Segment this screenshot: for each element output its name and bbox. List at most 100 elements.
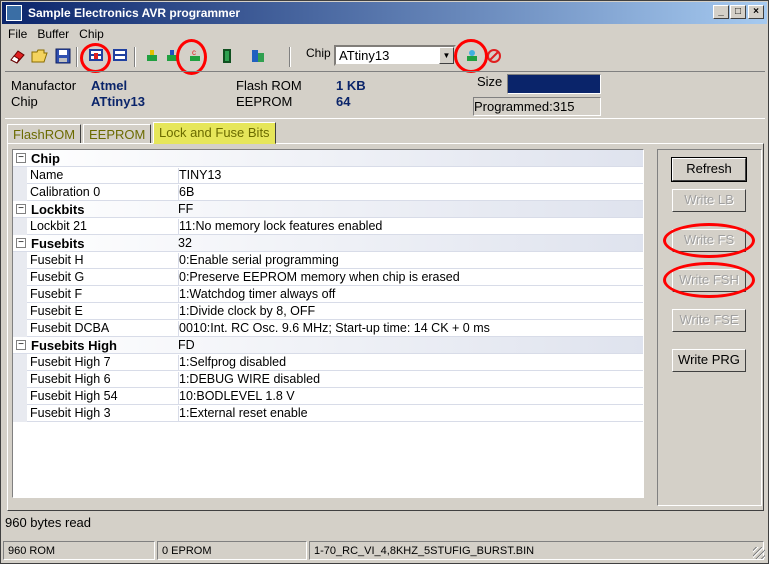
table-row[interactable]: Calibration 0 6B [13,184,643,201]
property-name: Fusebits High [31,338,117,353]
row-gutter [13,388,27,405]
table-row[interactable]: Fusebit DCBA 0010:Int. RC Osc. 9.6 MHz; S… [13,320,643,337]
button-panel: Refresh Write LB Write FS Write FSH Writ… [657,149,762,506]
chevron-down-icon[interactable]: ▼ [439,47,454,64]
property-value[interactable]: 11:No memory lock features enabled [178,219,643,235]
property-value[interactable]: TINY13 [178,168,643,184]
property-value[interactable] [178,151,643,167]
property-value[interactable]: 6B [178,185,643,201]
tab-lock-and-fuse-bits[interactable]: Lock and Fuse Bits [153,122,276,144]
grid-category-row[interactable]: − Fusebits High FD [13,337,643,354]
property-name: Fusebit High 54 [30,389,118,403]
menu-bar: File Buffer Chip [3,25,767,43]
eraser-icon[interactable] [9,47,27,65]
manufacturer-label: Manufactor [11,78,77,93]
collapse-icon[interactable]: − [16,153,26,163]
property-name: Chip [31,151,60,166]
property-name: Fusebit F [30,287,83,301]
chip-select-value: ATtiny13 [339,48,390,63]
main-window: Sample Electronics AVR programmer _ □ × … [0,0,769,564]
property-value[interactable]: FD [178,338,643,354]
menu-chip[interactable]: Chip [74,25,109,41]
collapse-icon[interactable]: − [16,340,26,350]
refresh-button[interactable]: Refresh [671,157,747,182]
minimize-button[interactable]: _ [713,5,729,19]
property-name: Fusebits [31,236,85,251]
app-icon [6,5,22,21]
collapse-icon[interactable]: − [16,204,26,214]
property-value[interactable]: 32 [178,236,643,252]
property-value[interactable]: 1:Divide clock by 8, OFF [178,304,643,320]
property-value[interactable]: 0010:Int. RC Osc. 9.6 MHz; Start-up time… [178,321,643,337]
table-row[interactable]: Fusebit G 0:Preserve EEPROM memory when c… [13,269,643,286]
chip-info-label: Chip [11,94,38,109]
chip-select[interactable]: ATtiny13 ▼ [334,45,456,66]
toolbar-separator [289,47,291,67]
table-row[interactable]: Fusebit F 1:Watchdog timer always off [13,286,643,303]
tab-flashrom[interactable]: FlashROM [7,124,82,144]
grid-category-row[interactable]: − Lockbits FF [13,201,643,218]
write-prg-button[interactable]: Write PRG [672,349,746,372]
window-title: Sample Electronics AVR programmer [28,6,241,20]
table-row[interactable]: Lockbit 21 11:No memory lock features ena… [13,218,643,235]
table-row[interactable]: Fusebit H 0:Enable serial programming [13,252,643,269]
property-name: Fusebit High 7 [30,355,111,369]
eeprom-value: 64 [336,94,351,109]
eeprom-label: EEPROM [236,94,293,109]
manufacturer-value: Atmel [91,78,128,93]
property-name: Name [30,168,64,182]
highlight-circle [176,39,207,75]
toolbar: c Chip ATtiny13 ▼ [3,39,767,75]
grid-category-row[interactable]: − Chip [13,150,643,167]
tab-strip: FlashROM EEPROM Lock and Fuse Bits [7,122,407,144]
status-rom: 960 ROM [3,541,155,560]
size-progress-bar [507,74,601,94]
highlight-circle [80,43,111,73]
property-value[interactable]: 0:Preserve EEPROM memory when chip is er… [178,270,643,286]
program-chip-icon[interactable] [143,47,161,65]
menu-buffer[interactable]: Buffer [32,25,74,41]
property-value[interactable]: 1:DEBUG WIRE disabled [178,372,643,388]
row-gutter [13,167,27,184]
size-label: Size [477,74,503,89]
open-folder-icon[interactable] [31,47,49,65]
write-lb-button[interactable]: Write LB [672,189,746,212]
write-fse-button[interactable]: Write FSE [672,309,746,332]
table-row[interactable]: Fusebit High 3 1:External reset enable [13,405,643,422]
table-row[interactable]: Fusebit E 1:Divide clock by 8, OFF [13,303,643,320]
table-row[interactable]: Fusebit High 6 1:DEBUG WIRE disabled [13,371,643,388]
property-value[interactable]: 1:Watchdog timer always off [178,287,643,303]
property-value[interactable]: FF [178,202,643,218]
property-value[interactable]: 1:Selfprog disabled [178,355,643,371]
toolbar-separator [134,47,136,67]
property-name: Lockbits [31,202,85,217]
property-value[interactable]: 1:External reset enable [178,406,643,422]
collapse-icon[interactable]: − [16,238,26,248]
table-row[interactable]: Fusebit High 7 1:Selfprog disabled [13,354,643,371]
property-value[interactable]: 10:BODLEVEL 1.8 V [178,389,643,405]
property-name: Fusebit E [30,304,83,318]
table-row[interactable]: Fusebit High 54 10:BODLEVEL 1.8 V [13,388,643,405]
table-row[interactable]: Name TINY13 [13,167,643,184]
tab-eeprom[interactable]: EEPROM [83,124,152,144]
chip-label: Chip [306,46,331,60]
flash-rom-value: 1 KB [336,78,366,93]
property-value[interactable]: 0:Enable serial programming [178,253,643,269]
close-button[interactable]: × [748,5,764,19]
save-disk-icon[interactable] [54,47,72,65]
grid-category-row[interactable]: − Fusebits 32 [13,235,643,252]
menu-file[interactable]: File [3,25,32,41]
row-gutter [13,354,27,371]
resize-grip[interactable] [753,547,765,559]
chip-icon[interactable] [218,47,236,65]
title-bar[interactable]: Sample Electronics AVR programmer _ □ × [2,2,767,24]
verify-icon[interactable] [249,47,267,65]
maximize-button[interactable]: □ [730,5,746,19]
chip-info-panel: Manufactor Atmel Chip ATtiny13 Flash ROM… [5,71,765,119]
status-file: 1-70_RC_VI_4,8KHZ_5STUFIG_BURST.BIN [309,541,764,560]
toolbar-separator [76,47,78,67]
fuse-property-grid[interactable]: − Chip Name TINY13 Calibration 0 6B − Lockbits F… [12,149,644,498]
compare-chip-icon[interactable] [111,47,129,65]
property-name: Fusebit High 6 [30,372,111,386]
row-gutter [13,218,27,235]
